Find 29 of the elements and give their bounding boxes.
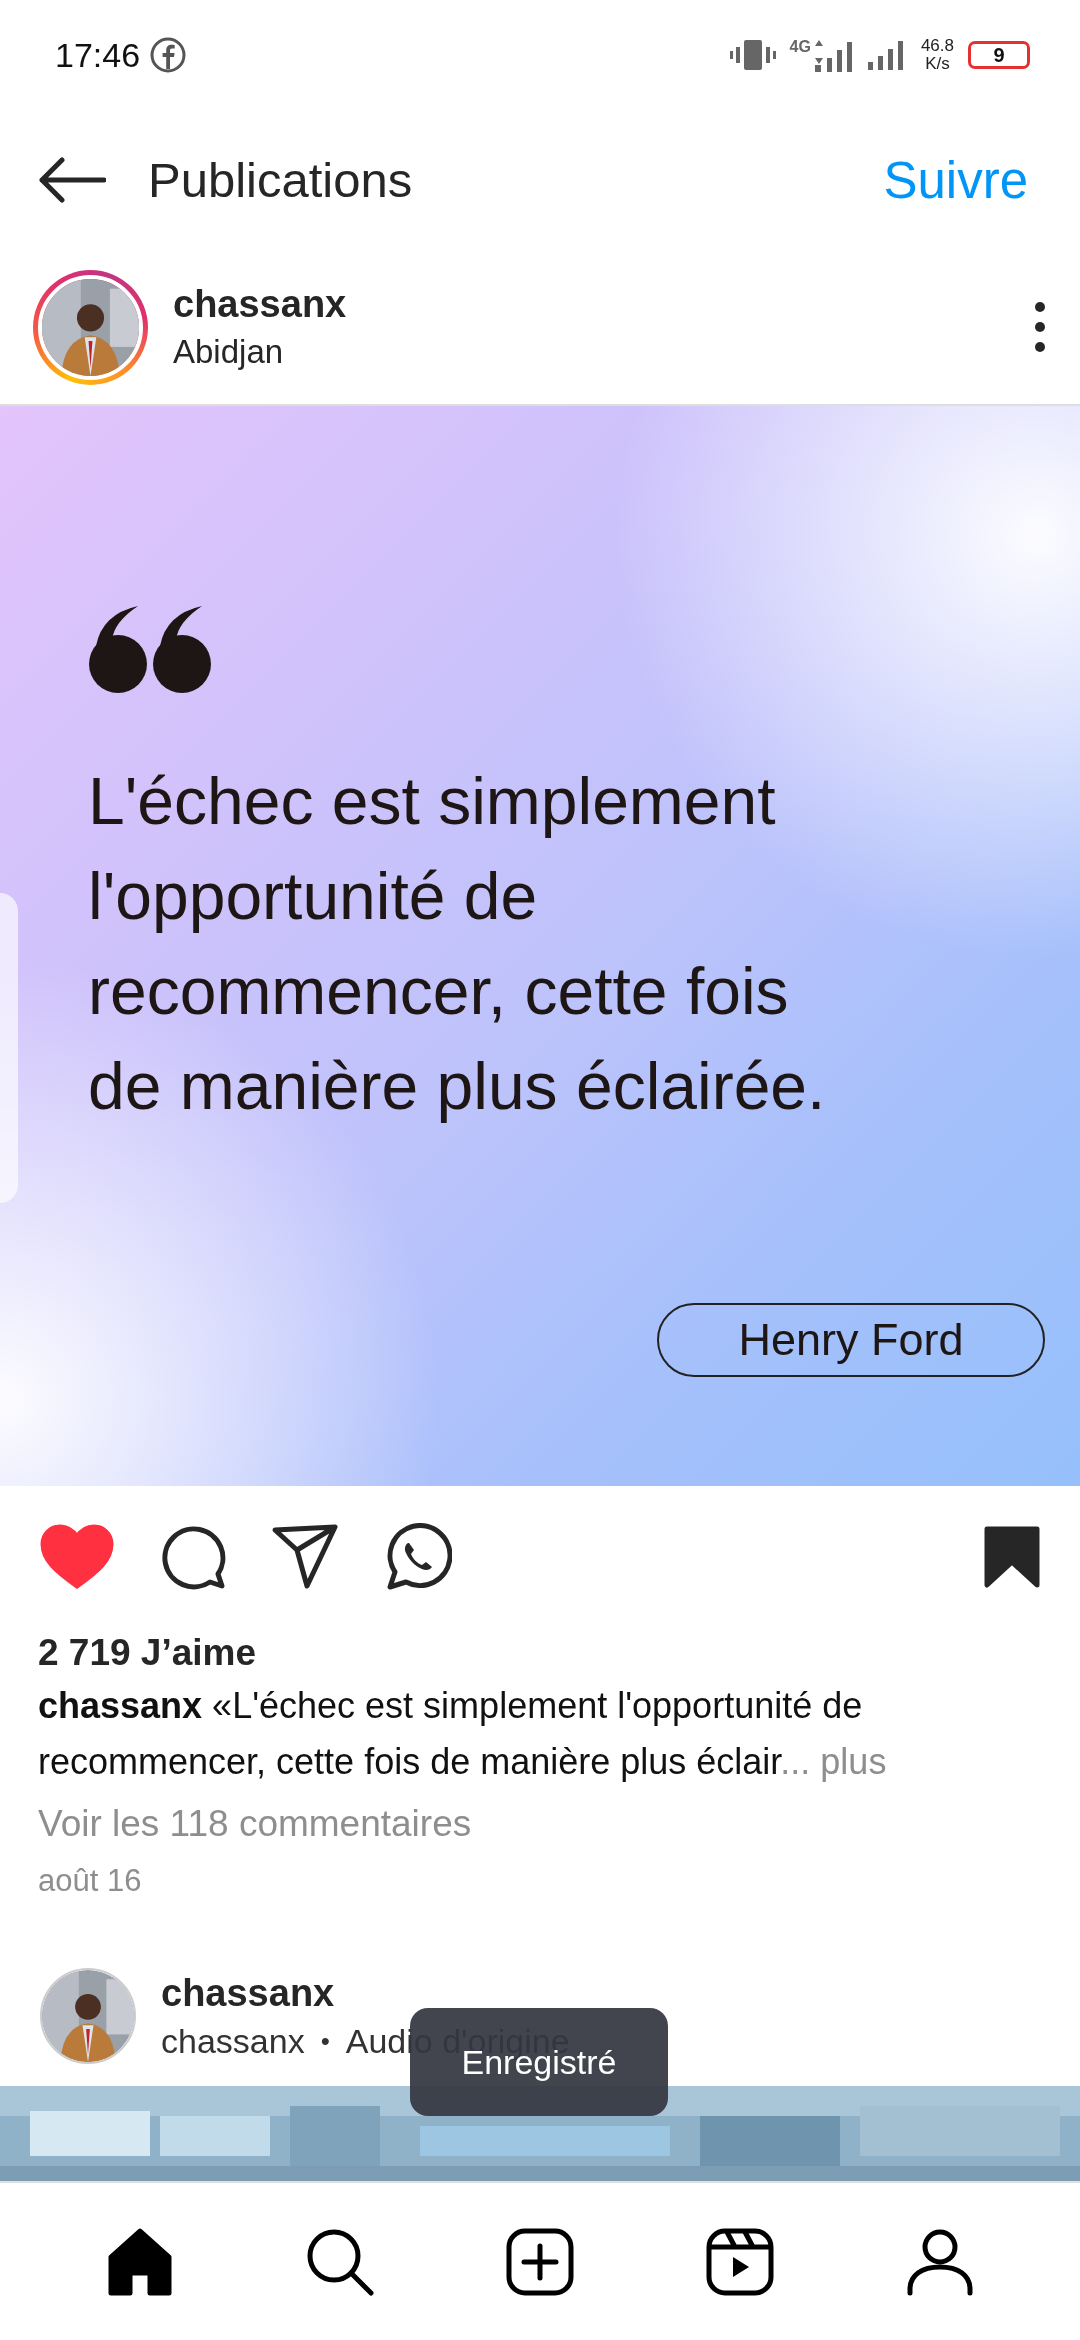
speed-unit: K/s bbox=[925, 55, 950, 73]
vibrate-icon bbox=[729, 38, 776, 72]
author-label: Henry Ford bbox=[657, 1303, 1045, 1377]
author-name[interactable]: chassanx bbox=[161, 2018, 305, 2064]
edge-handle[interactable] bbox=[0, 893, 18, 1203]
username[interactable]: chassanx bbox=[173, 279, 1034, 329]
network-type: 4G bbox=[789, 38, 811, 56]
signal-icon bbox=[812, 38, 853, 72]
facebook-icon bbox=[150, 37, 187, 73]
status-time: 17:46 bbox=[55, 35, 141, 75]
post-caption: chassanx «L'échec est simplement l'opportunité de recommencer, cette fois de manière plus éclair... plus bbox=[38, 1684, 888, 1784]
separator-dot: • bbox=[320, 2025, 330, 2058]
bookmark-icon[interactable] bbox=[984, 1526, 1040, 1588]
quotation-mark-icon bbox=[88, 606, 212, 694]
page-title: Publications bbox=[148, 152, 414, 208]
more-options-icon[interactable] bbox=[1034, 301, 1046, 353]
quote-text: L'échec est simplement l'opportunité de recommencer, cette fois de manière plus éclairée. bbox=[88, 763, 827, 1125]
network-speed: 46.8 bbox=[920, 37, 954, 55]
location[interactable]: Abidjan bbox=[173, 329, 1034, 375]
battery-icon: 9 bbox=[968, 41, 1030, 69]
back-arrow-icon[interactable] bbox=[38, 156, 106, 204]
post-date: août 16 bbox=[38, 1862, 143, 1900]
username[interactable]: chassanx bbox=[161, 1968, 1040, 2018]
comment-icon[interactable] bbox=[160, 1524, 226, 1590]
play-clapper-icon[interactable] bbox=[705, 2226, 775, 2297]
add-icon[interactable] bbox=[505, 2226, 575, 2297]
likes-count[interactable]: 2 719 J’aime bbox=[38, 1628, 1042, 1678]
heart-icon[interactable] bbox=[40, 1524, 114, 1590]
share-icon[interactable] bbox=[272, 1524, 338, 1590]
